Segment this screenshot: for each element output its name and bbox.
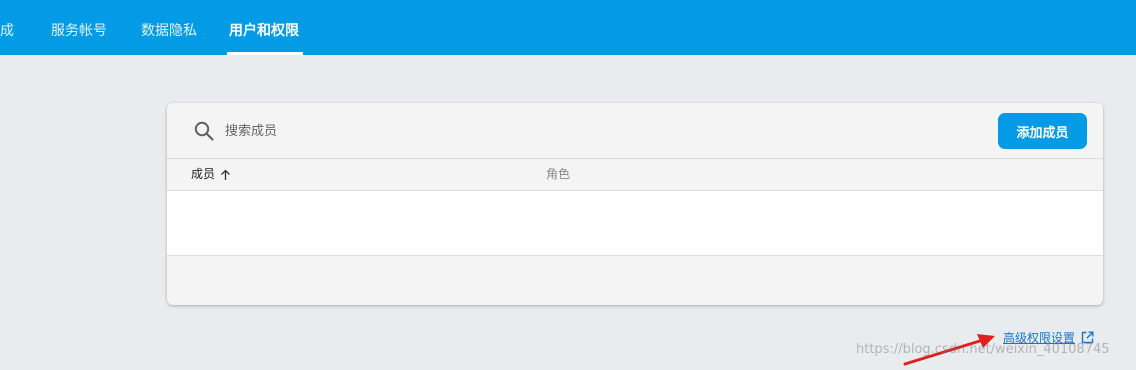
search-icon (194, 121, 214, 141)
tab-service-accounts[interactable]: 服务帐号 (51, 0, 107, 55)
members-card: 添加成员 成员 角色 (167, 103, 1103, 305)
tab-data-privacy[interactable]: 数据隐私 (141, 0, 197, 55)
table-header: 成员 角色 (167, 158, 1103, 191)
tab-users-permissions[interactable]: 用户和权限 (229, 0, 299, 55)
column-header-member[interactable]: 成员 (191, 159, 231, 190)
top-nav-bar: 成 服务帐号 数据隐私 用户和权限 (0, 0, 1136, 55)
column-header-role: 角色 (546, 167, 571, 181)
arrow-up-icon (221, 169, 230, 180)
column-header-member-label: 成员 (191, 167, 216, 181)
tab-partial[interactable]: 成 (0, 0, 14, 55)
search-members-input[interactable] (225, 117, 545, 145)
members-table-body (167, 191, 1103, 256)
active-tab-indicator (227, 52, 303, 55)
add-member-button[interactable]: 添加成员 (998, 113, 1087, 149)
watermark: https://blog.csdn.net/weixin_40108745 (856, 342, 1110, 357)
